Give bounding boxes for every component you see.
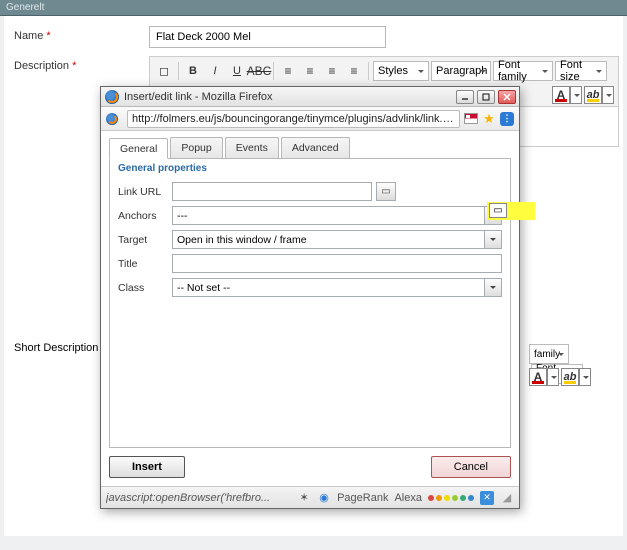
target-dropdown-btn[interactable] bbox=[484, 230, 502, 249]
status-dots bbox=[428, 495, 474, 501]
mp-button[interactable]: ⋮ bbox=[500, 112, 514, 126]
resize-grip-icon[interactable]: ◢ bbox=[500, 491, 514, 505]
paragraph-select[interactable]: Paragraph bbox=[431, 61, 491, 81]
rte-toolbar-1: ◻ B I U ABC ≡ ≡ ≡ ≡ Styles Paragraph Fon… bbox=[149, 56, 619, 84]
textcolor-2-button[interactable]: A bbox=[529, 368, 547, 386]
maximize-button[interactable] bbox=[477, 90, 495, 104]
bgcolor-button[interactable]: ab bbox=[584, 86, 602, 104]
tab-advanced[interactable]: Advanced bbox=[281, 137, 350, 158]
class-dropdown-btn[interactable] bbox=[484, 278, 502, 297]
target-label: Target bbox=[118, 234, 172, 246]
minimize-button[interactable] bbox=[456, 90, 474, 104]
link-url-input[interactable] bbox=[172, 182, 372, 201]
wand-icon[interactable]: ✶ bbox=[297, 491, 311, 505]
align-left-button[interactable]: ≡ bbox=[278, 61, 298, 81]
italic-button[interactable]: I bbox=[205, 61, 225, 81]
short-description-label: Short Description * bbox=[14, 342, 106, 354]
status-js-text: javascript:openBrowser('hrefbro... bbox=[106, 492, 291, 504]
bgcolor-picker[interactable] bbox=[602, 86, 614, 104]
bgcolor-2-picker[interactable] bbox=[579, 368, 591, 386]
dialog-title: Insert/edit link - Mozilla Firefox bbox=[124, 91, 453, 103]
textcolor-2-picker[interactable] bbox=[547, 368, 559, 386]
admin-section-header: Generelt bbox=[0, 0, 627, 16]
tab-general[interactable]: General bbox=[109, 138, 168, 159]
dialog-statusbar: javascript:openBrowser('hrefbro... ✶ ◉ P… bbox=[101, 486, 519, 508]
align-right-button[interactable]: ≡ bbox=[322, 61, 342, 81]
flag-dk-icon bbox=[464, 113, 478, 124]
dialog-titlebar[interactable]: Insert/edit link - Mozilla Firefox bbox=[101, 87, 519, 107]
globe-icon[interactable]: ◉ bbox=[317, 491, 331, 505]
address-bar: http://folmers.eu/js/bouncingorange/tiny… bbox=[101, 107, 519, 131]
newdoc-icon[interactable]: ◻ bbox=[154, 61, 174, 81]
close-button[interactable] bbox=[498, 90, 516, 104]
pagerank-label: PageRank bbox=[337, 492, 388, 504]
cancel-button[interactable]: Cancel bbox=[431, 456, 511, 478]
insert-button[interactable]: Insert bbox=[109, 456, 185, 478]
firefox-icon bbox=[105, 90, 119, 104]
class-label: Class bbox=[118, 282, 172, 294]
align-justify-button[interactable]: ≡ bbox=[344, 61, 364, 81]
textcolor-picker[interactable] bbox=[570, 86, 582, 104]
name-input[interactable] bbox=[149, 26, 386, 48]
fieldset-legend: General properties bbox=[118, 163, 502, 174]
link-url-label: Link URL bbox=[118, 186, 172, 198]
strike-button[interactable]: ABC bbox=[249, 61, 269, 81]
fontfamily-2-select[interactable]: family bbox=[529, 344, 569, 364]
fontfamily-select[interactable]: Font family bbox=[493, 61, 553, 81]
browse-button[interactable]: ▭ bbox=[376, 182, 396, 201]
tab-panel-general: General properties Link URL ▭ Anchors Ta… bbox=[109, 158, 511, 448]
alexa-label: Alexa bbox=[394, 492, 422, 504]
anchors-select[interactable] bbox=[172, 206, 484, 225]
tab-popup[interactable]: Popup bbox=[170, 137, 222, 158]
bookmark-star-icon[interactable]: ★ bbox=[482, 112, 496, 126]
align-center-button[interactable]: ≡ bbox=[300, 61, 320, 81]
name-label: Name * bbox=[14, 26, 149, 48]
status-x-icon[interactable]: ✕ bbox=[480, 491, 494, 505]
title-input[interactable] bbox=[172, 254, 502, 273]
anchors-label: Anchors bbox=[118, 210, 172, 222]
url-field[interactable]: http://folmers.eu/js/bouncingorange/tiny… bbox=[127, 110, 460, 128]
tab-events[interactable]: Events bbox=[225, 137, 279, 158]
fontsize-select[interactable]: Font size bbox=[555, 61, 607, 81]
class-select[interactable] bbox=[172, 278, 484, 297]
textcolor-button[interactable]: A bbox=[552, 86, 570, 104]
styles-select[interactable]: Styles bbox=[373, 61, 429, 81]
link-dialog: Insert/edit link - Mozilla Firefox http:… bbox=[100, 86, 520, 509]
bold-button[interactable]: B bbox=[183, 61, 203, 81]
highlight-cursor: ▭ bbox=[487, 202, 535, 220]
page-icon bbox=[106, 113, 118, 125]
target-select[interactable] bbox=[172, 230, 484, 249]
dialog-tabs: General Popup Events Advanced bbox=[101, 131, 519, 158]
underline-button[interactable]: U bbox=[227, 61, 247, 81]
title-label: Title bbox=[118, 258, 172, 270]
bgcolor-2-button[interactable]: ab bbox=[561, 368, 579, 386]
